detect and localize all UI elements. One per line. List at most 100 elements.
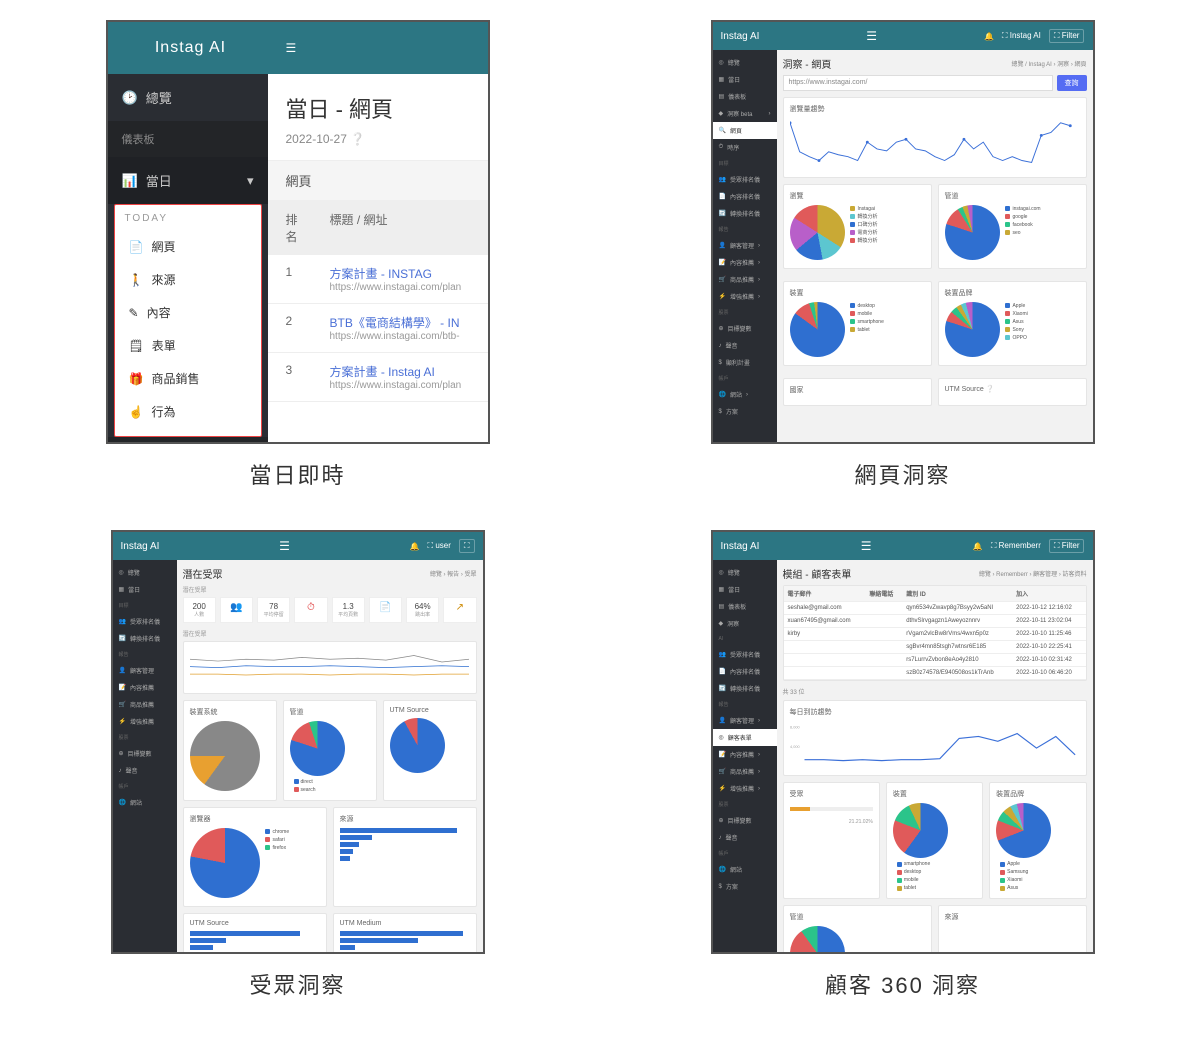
sidebar-item[interactable]: 📝 內容推薦 › [713,746,777,763]
sidebar-item[interactable]: 📄 內容排名儀 [713,188,777,205]
channel-card: 管道 [783,905,932,952]
main-content: 洞察 - 網頁 總覽 / Instag AI › 洞察 › 網頁 https:/… [777,50,1093,442]
panel-today-realtime: Instag AI ☰ 🕑總覽 儀表板 📊當日▾ TODAY 📄網頁 🚶來源 ✎… [106,20,490,444]
sidebar-item[interactable]: ⊕ 目標變數 [713,812,777,829]
table-row[interactable]: kirbyrVgam2vlcBw8rVms/4wxn5p0z2022-10-10… [784,628,1086,641]
help-icon[interactable]: ❔ [350,132,365,146]
sidebar-item[interactable]: ◆ 洞察 [713,615,777,632]
sidebar-item[interactable]: ◆ 洞察 beta › [713,105,777,122]
sidebar-item[interactable]: ⏱ 時序 [713,139,777,156]
sidebar-item[interactable]: $ 方案 [713,878,777,895]
sidebar-item[interactable]: ⊕ 目標變數 [113,745,177,762]
sidebar-item[interactable]: ◎ 總覽 [713,54,777,71]
filter-button[interactable]: ⛶ Filter [1049,29,1085,43]
hamburger-icon[interactable]: ☰ [866,29,877,43]
sidebar-item-web-active[interactable]: 🔍 網頁 [713,122,777,139]
hamburger-icon[interactable]: ☰ [279,539,290,553]
pie-chart [945,205,1000,260]
sidebar-item[interactable]: ♪ 聲音 [713,829,777,846]
url-input[interactable]: https://www.instagai.com/ [783,75,1053,91]
sidebar-label: 總覽 [146,88,172,107]
bell-icon[interactable]: 🔔 [410,542,420,551]
sidebar-item[interactable]: 🛒 商品推薦 [113,696,177,713]
dropdown-item-sales[interactable]: 🎁商品銷售 [115,362,261,395]
sidebar-item[interactable]: 🛒 商品推薦 › [713,271,777,288]
sidebar-item[interactable]: ◎ 總覽 [113,564,177,581]
query-button[interactable]: 查詢 [1057,75,1087,91]
sidebar-item[interactable]: ▦ 當日 [713,581,777,598]
sidebar-item[interactable]: 🔄 轉換排名儀 [113,630,177,647]
pie-chart [390,718,445,773]
sidebar-item[interactable]: $ 顯利計畫 [713,354,777,371]
user-menu[interactable]: ⛶ Rememberr [991,541,1041,551]
sidebar-item[interactable]: 🌐 網站 [713,861,777,878]
sidebar-item[interactable]: $ 方案 [713,403,777,420]
user-menu[interactable]: ⛶ Instag AI [1002,31,1041,41]
sidebar: 🕑總覽 儀表板 📊當日▾ TODAY 📄網頁 🚶來源 ✎內容 🗒表單 🎁商品銷售… [108,74,268,442]
sidebar-item[interactable]: ▤ 儀表板 [713,598,777,615]
bell-icon[interactable]: 🔔 [984,32,994,41]
sidebar-item[interactable]: 👥 受眾排名儀 [713,171,777,188]
sidebar-item[interactable]: ▦ 當日 [713,71,777,88]
sidebar-item[interactable]: 🌐 網站 [113,794,177,811]
sidebar-item[interactable]: 📝 內容推薦 › [713,254,777,271]
sidebar-item-today[interactable]: 📊當日▾ [108,157,268,204]
sidebar-item-customer-form[interactable]: ◎ 顧客表單 [713,729,777,746]
sidebar-item[interactable]: 🔄 轉換排名儀 [713,680,777,697]
hamburger-icon[interactable]: ☰ [286,41,297,55]
user-menu[interactable]: ⛶ user [428,541,451,551]
table-row[interactable]: 2 BTB《電商結構學》 - INhttps://www.instagai.co… [268,304,488,353]
total-count: 共 33 位 [783,687,1087,696]
sidebar-item[interactable]: ♪ 聲音 [113,762,177,779]
sidebar-item[interactable]: 📝 內容推薦 [113,679,177,696]
sidebar-item[interactable]: 👤 顧客管理 › [713,712,777,729]
sidebar-item[interactable]: 👥 受眾排名儀 [113,613,177,630]
sidebar-item[interactable]: ⚡ 增強推薦 [113,713,177,730]
sidebar-item[interactable]: ⚡ 增強推薦 › [713,780,777,797]
bell-icon[interactable]: 🔔 [973,542,983,551]
today-dropdown: TODAY 📄網頁 🚶來源 ✎內容 🗒表單 🎁商品銷售 ☝行為 [114,204,262,437]
table-row[interactable]: szB0z74578/E940508os1kTrAnb2022-10-10 06… [784,667,1086,680]
legend: Apple Xiaomi Asus Sony OPPO [1005,302,1027,342]
date-label: 2022-10-27 ❔ [286,132,470,146]
stat-card: ↗ [443,597,476,623]
dropdown-item-content[interactable]: ✎內容 [115,296,261,329]
browse-pie-card: 瀏覽 Instagai 轉換分析 口碑分析 電商分析 轉換分析 [783,184,932,269]
filter-button[interactable]: ⛶ [459,539,475,553]
sidebar-item[interactable]: ⚡ 增強推薦 › [713,288,777,305]
sidebar-item[interactable]: 👤 顧客管理 [113,662,177,679]
device-pie-card: 裝置 desktop mobile smartphone tablet [783,281,932,366]
sidebar-item[interactable]: 🔄 轉換排名儀 [713,205,777,222]
sidebar-item[interactable]: 🛒 商品推薦 › [713,763,777,780]
dropdown-item-form[interactable]: 🗒表單 [115,329,261,362]
clock-icon: ⏱ [307,602,315,613]
sidebar-item[interactable]: 👥 受眾排名儀 [713,646,777,663]
sidebar-item[interactable]: 📄 內容排名儀 [713,663,777,680]
legend: instagai.com google facebook seo [1005,205,1040,237]
dropdown-item-source[interactable]: 🚶來源 [115,263,261,296]
table-row[interactable]: seshale@gmail.comqyn6534vZwavp8g7Bsyy2w5… [784,602,1086,615]
filter-button[interactable]: ⛶ Filter [1049,539,1085,553]
hamburger-icon[interactable]: ☰ [861,539,872,553]
help-icon[interactable]: ❔ [986,386,995,393]
sidebar-item[interactable]: ▦ 當日 [113,581,177,598]
table-row[interactable]: 1 方案計畫 - INSTAGhttps://www.instagai.com/… [268,255,488,304]
table-row[interactable]: sgBvr4mn85tsgh7wtnsr6E1852022-10-10 22:2… [784,641,1086,654]
sidebar-section-target: 目標 [108,437,268,444]
sidebar-item[interactable]: 👤 顧客管理 › [713,237,777,254]
sidebar-item[interactable]: 🌐 網站 › [713,386,777,403]
dropdown-item-behavior[interactable]: ☝行為 [115,395,261,428]
chevron-down-icon: ▾ [247,173,254,189]
stat-card: 👥 [220,597,253,623]
main-content: 潛在受眾 總覽 › 報告 › 受眾 潛在受眾 200人數 👥 78平均停留 ⏱ … [177,560,483,952]
customer-table-card: 電子郵件聯絡電話識別 ID加入 seshale@gmail.comqyn6534… [783,585,1087,681]
sidebar-item[interactable]: ♪ 聲音 [713,337,777,354]
table-row[interactable]: rs7LurrvZvbon8eAo4y28102022-10-10 02:31:… [784,654,1086,667]
sidebar-item[interactable]: ▤ 儀表板 [713,88,777,105]
sidebar-item[interactable]: ⊕ 目標變數 [713,320,777,337]
sidebar-item[interactable]: ◎ 總覽 [713,564,777,581]
dropdown-item-web[interactable]: 📄網頁 [115,230,261,263]
sidebar-item-overview[interactable]: 🕑總覽 [108,74,268,121]
table-row[interactable]: xuan67495@gmail.comdthvSlrvgagzn1Aweyozn… [784,615,1086,628]
table-row[interactable]: 3 方案計畫 - Instag AIhttps://www.instagai.c… [268,353,488,402]
